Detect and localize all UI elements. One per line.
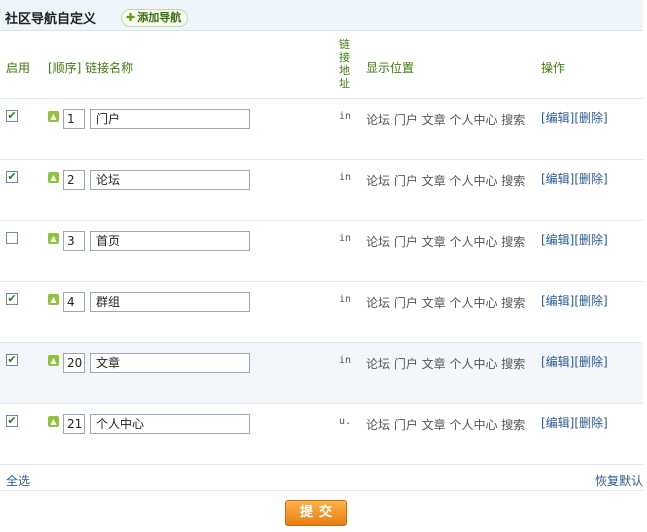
order-input[interactable]: 2 <box>63 170 85 190</box>
order-input[interactable]: 4 <box>63 292 85 312</box>
enable-checkbox[interactable]: ✔ <box>6 110 18 122</box>
order-input[interactable]: 1 <box>63 109 85 129</box>
display-positions: 论坛 门户 文章 个人中心 搜索 <box>366 113 526 127</box>
delete-link[interactable]: [删除] <box>574 172 607 186</box>
add-nav-label: 添加导航 <box>137 11 182 24</box>
order-input[interactable]: 21 <box>63 414 85 434</box>
row-actions: [编辑][删除] <box>541 353 608 370</box>
col-link: 链接地址 <box>339 38 350 90</box>
table-footer: 全选 恢复默认 <box>0 465 643 491</box>
col-display: 显示位置 <box>366 61 415 75</box>
select-all-link[interactable]: 全选 <box>6 472 30 489</box>
enable-checkbox[interactable]: ✔ <box>6 415 18 427</box>
table-row: ✔ ▲ 4 群组 in 论坛 门户 文章 个人中心 搜索 [编辑][删除] <box>0 282 643 343</box>
delete-link[interactable]: [删除] <box>574 416 607 430</box>
enable-checkbox[interactable]: ✔ <box>6 354 18 366</box>
display-positions: 论坛 门户 文章 个人中心 搜索 <box>366 296 526 310</box>
page-header: 社区导航自定义 ✚ 添加导航 <box>0 0 643 31</box>
display-positions: 论坛 门户 文章 个人中心 搜索 <box>366 174 526 188</box>
page-title: 社区导航自定义 <box>5 12 97 27</box>
link-url: in <box>339 111 352 122</box>
collapse-arrow-icon[interactable]: ▲ <box>48 294 59 305</box>
collapse-arrow-icon[interactable]: ▲ <box>48 111 59 122</box>
collapse-arrow-icon[interactable]: ▲ <box>48 233 59 244</box>
table-row: ✔ ▲ 2 论坛 in 论坛 门户 文章 个人中心 搜索 [编辑][删除] <box>0 160 643 221</box>
link-name-input[interactable]: 群组 <box>90 292 250 312</box>
row-actions: [编辑][删除] <box>541 231 608 248</box>
order-input[interactable]: 3 <box>63 231 85 251</box>
row-actions: [编辑][删除] <box>541 109 608 126</box>
table-row: ▲ 3 首页 in 论坛 门户 文章 个人中心 搜索 [编辑][删除] <box>0 221 643 282</box>
col-enable: 启用 <box>6 61 31 75</box>
order-input[interactable]: 20 <box>63 353 85 373</box>
restore-default-link[interactable]: 恢复默认 <box>595 472 643 489</box>
collapse-arrow-icon[interactable]: ▲ <box>48 172 59 183</box>
delete-link[interactable]: [删除] <box>574 355 607 369</box>
add-nav-button[interactable]: ✚ 添加导航 <box>121 9 189 27</box>
enable-checkbox[interactable]: ✔ <box>6 171 18 183</box>
row-actions: [编辑][删除] <box>541 292 608 309</box>
submit-button[interactable]: 提交 <box>285 500 347 526</box>
edit-link[interactable]: [编辑] <box>541 172 574 186</box>
plus-icon: ✚ <box>126 11 136 24</box>
collapse-arrow-icon[interactable]: ▲ <box>48 355 59 366</box>
link-name-input[interactable]: 首页 <box>90 231 250 251</box>
collapse-arrow-icon[interactable]: ▲ <box>48 416 59 427</box>
display-positions: 论坛 门户 文章 个人中心 搜索 <box>366 235 526 249</box>
edit-link[interactable]: [编辑] <box>541 294 574 308</box>
edit-link[interactable]: [编辑] <box>541 233 574 247</box>
row-actions: [编辑][删除] <box>541 170 608 187</box>
enable-checkbox[interactable]: ✔ <box>6 293 18 305</box>
row-actions: [编辑][删除] <box>541 414 608 431</box>
delete-link[interactable]: [删除] <box>574 294 607 308</box>
enable-checkbox[interactable] <box>6 232 18 244</box>
col-order-name: [顺序] 链接名称 <box>48 61 134 75</box>
col-ops: 操作 <box>541 61 566 75</box>
column-header: 启用 [顺序] 链接名称 显示位置 操作 <box>0 30 643 99</box>
link-name-input[interactable]: 文章 <box>90 353 250 373</box>
table-row: ✔ ▲ 21 个人中心 u. 论坛 门户 文章 个人中心 搜索 [编辑][删除] <box>0 404 643 465</box>
delete-link[interactable]: [删除] <box>574 233 607 247</box>
table-row: ✔ ▲ 20 文章 in 论坛 门户 文章 个人中心 搜索 [编辑][删除] <box>0 343 643 404</box>
edit-link[interactable]: [编辑] <box>541 111 574 125</box>
link-url: in <box>339 172 352 183</box>
link-url: in <box>339 355 352 366</box>
link-name-input[interactable]: 个人中心 <box>90 414 250 434</box>
link-url: in <box>339 294 352 305</box>
edit-link[interactable]: [编辑] <box>541 355 574 369</box>
delete-link[interactable]: [删除] <box>574 111 607 125</box>
link-name-input[interactable]: 门户 <box>90 109 250 129</box>
edit-link[interactable]: [编辑] <box>541 416 574 430</box>
display-positions: 论坛 门户 文章 个人中心 搜索 <box>366 357 526 371</box>
link-url: u. <box>339 416 352 427</box>
link-url: in <box>339 233 352 244</box>
table-row: ✔ ▲ 1 门户 in 论坛 门户 文章 个人中心 搜索 [编辑][删除] <box>0 99 643 160</box>
display-positions: 论坛 门户 文章 个人中心 搜索 <box>366 418 526 432</box>
link-name-input[interactable]: 论坛 <box>90 170 250 190</box>
